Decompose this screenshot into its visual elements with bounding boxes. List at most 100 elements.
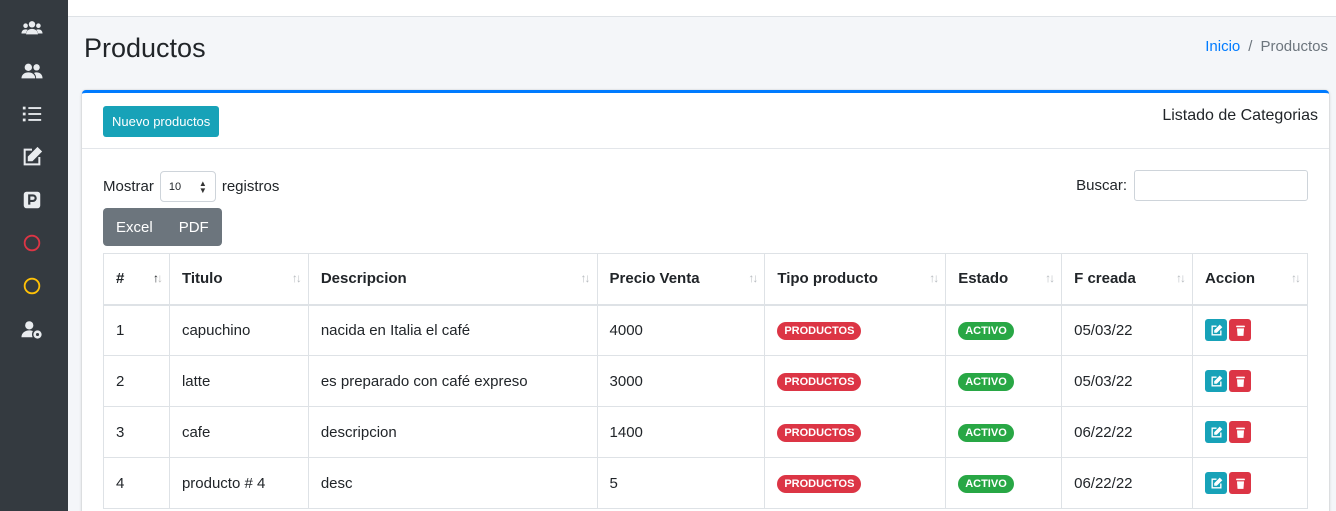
new-product-button[interactable]: Nuevo productos [103,106,220,137]
sort-icon: ↑↓ [1045,271,1055,285]
breadcrumb: Inicio / Productos [1205,38,1328,55]
column-header-estado[interactable]: Estado ↑↓ [945,253,1063,306]
sort-icon: ↑↓ [291,271,302,285]
export-pdf-button[interactable]: PDF [166,208,222,246]
users-group-icon[interactable] [16,12,48,44]
column-header-titulo[interactable]: Titulo ↑↓ [168,253,309,306]
cell-id: 4 [103,457,170,509]
edit-icon [1211,324,1222,336]
trash-icon [1235,478,1245,489]
cell-fecha: 06/22/22 [1061,457,1194,509]
cell-descripcion: es preparado con café expreso [307,355,598,407]
page-length-control: Mostrar 10 ▲ ▼ registros [103,171,279,202]
cell-estado: ACTIVO [945,457,1063,509]
delete-button[interactable] [1229,319,1252,342]
status-badge: ACTIVO [958,474,1014,493]
sort-icon: ↑↓ [1176,271,1186,285]
cell-precio: 1400 [596,406,766,458]
edit-icon [1211,375,1222,387]
edit-button[interactable] [1205,472,1228,494]
column-header-fecha[interactable]: F creada ↑↓ [1061,253,1194,306]
cell-precio: 5 [596,457,766,509]
search-control: Buscar: [1076,170,1308,201]
edit-icon [1211,426,1222,438]
delete-button[interactable] [1229,370,1252,392]
table-row: 3 cafe descripcion 1400 PRODUCTOS ACTIVO… [103,406,1308,458]
type-badge: PRODUCTOS [777,321,862,340]
cell-fecha: 06/22/22 [1061,406,1194,458]
edit-icon [1211,477,1222,489]
records-label: registros [221,178,280,195]
sort-icon: ↑↓ [929,271,939,285]
breadcrumb-home-link[interactable]: Inicio [1205,38,1240,55]
parking-icon[interactable] [16,184,48,216]
table-row: 4 producto # 4 desc 5 PRODUCTOS ACTIVO 0… [103,457,1308,509]
breadcrumb-current: Productos [1260,38,1328,55]
cell-tipo: PRODUCTOS [764,406,947,458]
circle-red-icon[interactable] [16,227,48,259]
table-row: 2 latte es preparado con café expreso 30… [103,355,1308,407]
users-icon[interactable] [16,55,48,87]
cell-fecha: 05/03/22 [1061,355,1194,407]
page-length-select[interactable]: 10 ▲ ▼ [159,171,216,202]
column-header-precio[interactable]: Precio Venta ↑↓ [596,253,766,306]
cell-accion [1192,355,1308,407]
export-excel-button[interactable]: Excel [103,208,166,246]
sort-icon: ↑↓ [748,271,758,285]
cell-accion [1192,304,1308,356]
sort-asc-icon: ↑↓ [152,271,163,285]
user-gear-icon[interactable] [16,313,48,345]
column-header-descripcion[interactable]: Descripcion ↑↓ [307,253,598,306]
table-row: 1 capuchino nacida en Italia el café 400… [103,304,1308,356]
products-card: Nuevo productos Listado de Categorias Mo… [82,90,1329,511]
top-navbar [68,0,1336,17]
cell-descripcion: desc [307,457,598,509]
type-badge: PRODUCTOS [777,423,862,442]
cell-precio: 4000 [596,304,766,356]
type-badge: PRODUCTOS [777,474,862,493]
cell-tipo: PRODUCTOS [764,457,947,509]
products-table: # ↑↓ Titulo ↑↓ Descripcion ↑↓ Precio Venta ↑… [103,253,1308,509]
cell-descripcion: nacida en Italia el café [307,304,598,356]
status-badge: ACTIVO [958,321,1014,340]
cell-precio: 3000 [596,355,766,407]
cell-tipo: PRODUCTOS [764,304,947,356]
trash-icon [1235,427,1245,438]
edit-button[interactable] [1205,370,1228,392]
cell-accion [1192,457,1308,509]
cell-fecha: 05/03/22 [1061,304,1194,356]
page-length-value: 10 [168,180,182,193]
column-header-accion[interactable]: Accion ↑↓ [1192,253,1308,306]
edit-button[interactable] [1205,421,1228,443]
cell-estado: ACTIVO [945,406,1063,458]
status-badge: ACTIVO [958,372,1014,391]
sidebar [0,0,68,511]
column-header-id[interactable]: # ↑↓ [103,253,170,306]
cell-accion [1192,406,1308,458]
column-header-tipo[interactable]: Tipo producto ↑↓ [764,253,947,306]
card-title: Listado de Categorias [1162,107,1318,124]
edit-icon[interactable] [16,141,48,173]
card-header: Nuevo productos Listado de Categorias [82,93,1329,149]
status-badge: ACTIVO [958,423,1014,442]
export-button-group: Excel PDF [103,208,222,246]
delete-button[interactable] [1229,421,1252,443]
search-input[interactable] [1134,170,1308,201]
breadcrumb-separator: / [1248,38,1253,55]
circle-yellow-icon[interactable] [16,270,48,302]
select-arrows-icon: ▲ ▼ [198,178,207,195]
cell-estado: ACTIVO [945,304,1063,356]
trash-icon [1235,376,1245,387]
delete-button[interactable] [1229,472,1252,494]
cell-id: 2 [103,355,170,407]
list-icon[interactable] [16,98,48,130]
trash-icon [1235,325,1245,336]
cell-descripcion: descripcion [307,406,598,458]
search-label: Buscar: [1076,177,1127,194]
type-badge: PRODUCTOS [777,372,862,391]
edit-button[interactable] [1205,319,1228,342]
cell-titulo: capuchino [168,304,309,356]
cell-id: 1 [103,304,170,356]
cell-titulo: latte [168,355,309,407]
cell-titulo: cafe [168,406,309,458]
